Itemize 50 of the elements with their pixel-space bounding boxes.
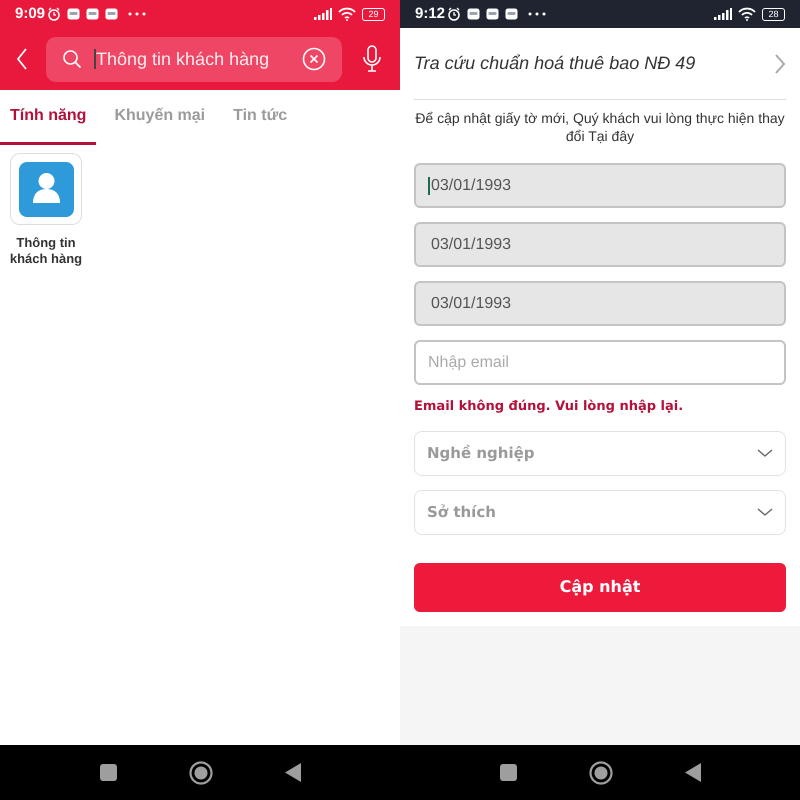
- app-tile[interactable]: [10, 153, 82, 225]
- app-notification-icon: [467, 8, 480, 20]
- chevron-down-icon: [757, 449, 773, 457]
- clear-icon[interactable]: [302, 47, 326, 71]
- back-icon[interactable]: [16, 47, 28, 71]
- app-notification-icon: [67, 8, 80, 20]
- search-icon: [62, 49, 82, 69]
- page-title: Tra cứu chuẩn hoá thuê bao NĐ 49: [414, 52, 696, 75]
- search-query: Thông tin khách hàng: [96, 48, 270, 71]
- recent-apps-icon[interactable]: [100, 764, 116, 781]
- signal-icon: [714, 8, 732, 20]
- email-field[interactable]: Nhập email: [414, 340, 786, 385]
- home-icon[interactable]: [188, 760, 212, 784]
- notice-text: Để cập nhật giấy tờ mới, Quý khách vui lòng thực hiện thay đổi Tại đây: [414, 109, 786, 145]
- more-dots-icon: [528, 12, 546, 16]
- home-icon[interactable]: [588, 760, 612, 784]
- clock-time: 9:12: [415, 4, 446, 24]
- app-notification-icon: [505, 8, 518, 20]
- tab[interactable]: Tính năng: [0, 90, 96, 145]
- dropdown-placeholder: Nghề nghiệp: [427, 442, 535, 464]
- date-field[interactable]: 03/01/1993: [414, 163, 786, 208]
- dropdown-placeholder: Sở thích: [427, 502, 496, 523]
- battery-level: 28: [768, 10, 778, 18]
- app-notification-icon: [105, 8, 118, 20]
- date-field[interactable]: 03/01/1993: [414, 222, 786, 267]
- dropdown[interactable]: Sở thích: [414, 490, 786, 534]
- search-field[interactable]: Thông tin khách hàng: [46, 36, 342, 82]
- person-icon: [18, 162, 74, 216]
- error-message: Email không đúng. Vui lòng nhập lại.: [414, 398, 684, 416]
- back-icon[interactable]: [284, 763, 300, 782]
- back-icon[interactable]: [684, 763, 700, 782]
- wifi-icon: [738, 7, 756, 21]
- alarm-icon: [47, 7, 62, 21]
- signal-icon: [314, 8, 332, 20]
- app-label: Thông tin khách hàng: [8, 235, 84, 267]
- microphone-icon[interactable]: [362, 45, 382, 73]
- chevron-down-icon: [757, 508, 773, 516]
- date-field[interactable]: 03/01/1993: [414, 281, 786, 326]
- app-notification-icon: [486, 8, 500, 20]
- tab[interactable]: Khuyến mại: [104, 90, 216, 145]
- battery-level: 29: [368, 10, 378, 18]
- update-button[interactable]: Cập nhật: [414, 562, 786, 612]
- wifi-icon: [338, 7, 356, 21]
- clock-time: 9:09: [15, 4, 46, 24]
- app-notification-icon: [86, 8, 100, 20]
- recent-apps-icon[interactable]: [500, 764, 516, 781]
- alarm-icon: [447, 7, 462, 21]
- dropdown[interactable]: Nghề nghiệp: [414, 430, 786, 476]
- more-dots-icon: [128, 12, 146, 16]
- tab[interactable]: Tin tức: [223, 90, 298, 145]
